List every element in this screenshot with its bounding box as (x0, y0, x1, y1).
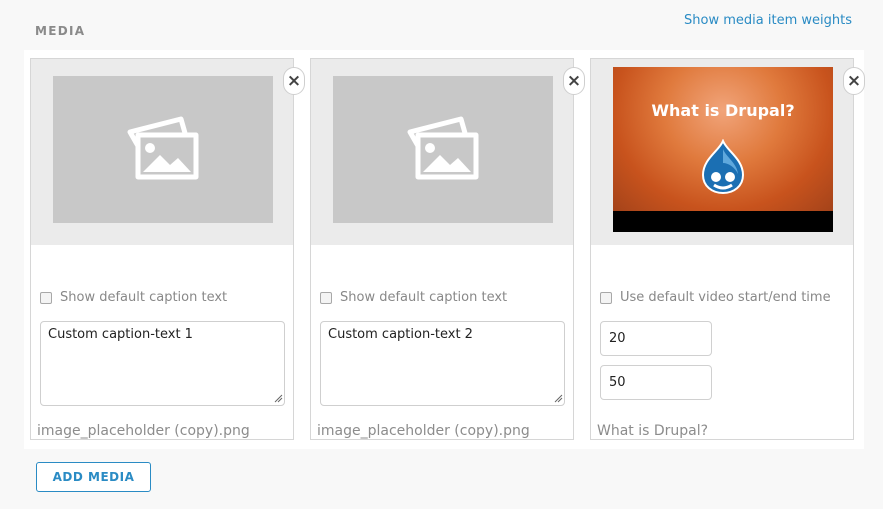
checkbox-label: Show default caption text (340, 290, 508, 305)
image-placeholder-icon (127, 116, 199, 179)
media-filename: What is Drupal? (597, 423, 715, 439)
resize-grip-icon[interactable] (274, 394, 283, 403)
add-media-button[interactable]: ADD MEDIA (36, 462, 151, 492)
remove-item-button[interactable]: × (283, 67, 305, 95)
video-time-checkbox[interactable] (600, 291, 612, 304)
media-item-card: × Show default caption text Custom capti… (310, 58, 585, 440)
resize-grip-icon[interactable] (554, 394, 563, 403)
media-thumbnail (311, 59, 573, 245)
show-caption-checkbox-row[interactable]: Show default caption text (320, 290, 507, 305)
media-items-panel: × Show default caption text Custom capti… (24, 50, 865, 449)
image-placeholder (53, 76, 273, 223)
drupal-drop-logo-icon (701, 139, 745, 195)
checkbox-label: Use default video start/end time (620, 290, 831, 305)
checkbox-label: Show default caption text (60, 290, 228, 305)
show-caption-checkbox-row[interactable]: Show default caption text (40, 290, 227, 305)
caption-textarea[interactable]: Custom caption-text 2 (320, 321, 565, 406)
media-thumbnail (31, 59, 293, 245)
image-placeholder (333, 76, 553, 223)
media-thumbnail: What is Drupal? (591, 59, 853, 245)
image-placeholder-icon (407, 116, 479, 179)
video-time-checkbox-row[interactable]: Use default video start/end time (600, 290, 831, 305)
media-item-card: × Show default caption text Custom capti… (30, 58, 305, 440)
video-thumbnail-title: What is Drupal? (651, 101, 795, 120)
remove-item-button[interactable]: × (843, 67, 865, 95)
caption-textarea[interactable]: Custom caption-text 1 (40, 321, 285, 406)
media-filename: image_placeholder (copy).png (37, 423, 256, 439)
show-caption-checkbox[interactable] (320, 291, 332, 304)
media-widget: MEDIA Show media item weights × Show def… (0, 0, 883, 509)
show-weights-link[interactable]: Show media item weights (684, 13, 852, 28)
media-filename: image_placeholder (copy).png (317, 423, 536, 439)
section-title: MEDIA (35, 24, 86, 38)
video-end-time-input[interactable] (600, 365, 712, 400)
remove-item-button[interactable]: × (563, 67, 585, 95)
show-caption-checkbox[interactable] (40, 291, 52, 304)
video-start-time-input[interactable] (600, 321, 712, 356)
video-thumbnail: What is Drupal? (613, 67, 833, 232)
media-item-card: What is Drupal? × Use default video star… (590, 58, 865, 440)
